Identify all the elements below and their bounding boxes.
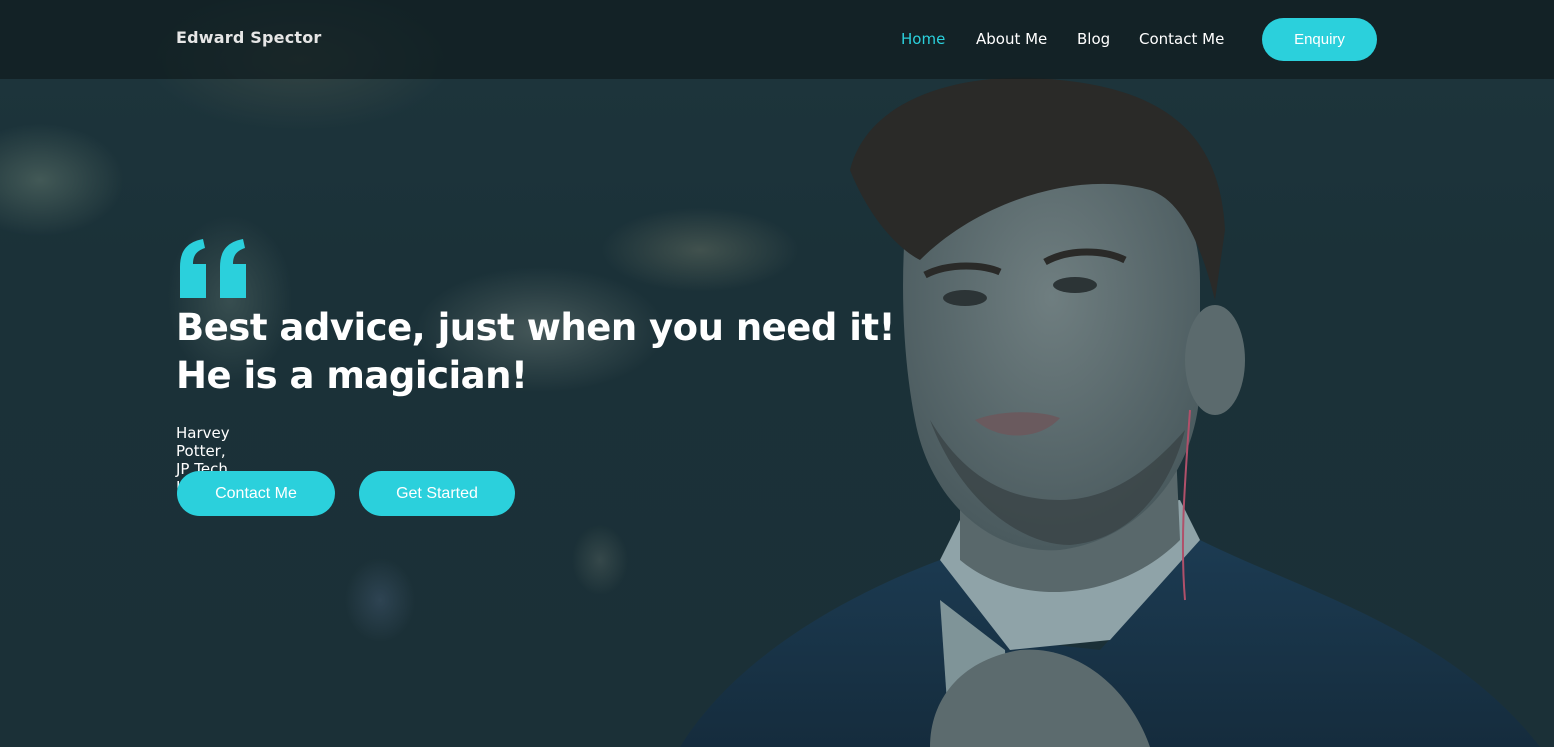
headline-line-2: He is a magician! [176,354,528,397]
contact-me-button[interactable]: Contact Me [177,471,335,516]
top-navbar: Edward Spector Home About Me Blog Contac… [0,0,1554,79]
quote-mark-icon [180,239,246,298]
nav-link-contact-me[interactable]: Contact Me [1139,30,1224,48]
hero-section: Edward Spector Home About Me Blog Contac… [0,0,1554,747]
enquiry-button[interactable]: Enquiry [1262,18,1377,61]
nav-link-home[interactable]: Home [901,30,945,48]
nav-link-about-me[interactable]: About Me [976,30,1047,48]
hero-headline: Best advice, just when you need it! He i… [176,304,936,400]
headline-line-1: Best advice, just when you need it! [176,306,895,349]
get-started-button[interactable]: Get Started [359,471,515,516]
nav-link-blog[interactable]: Blog [1077,30,1110,48]
brand-logo-text[interactable]: Edward Spector [176,28,322,47]
